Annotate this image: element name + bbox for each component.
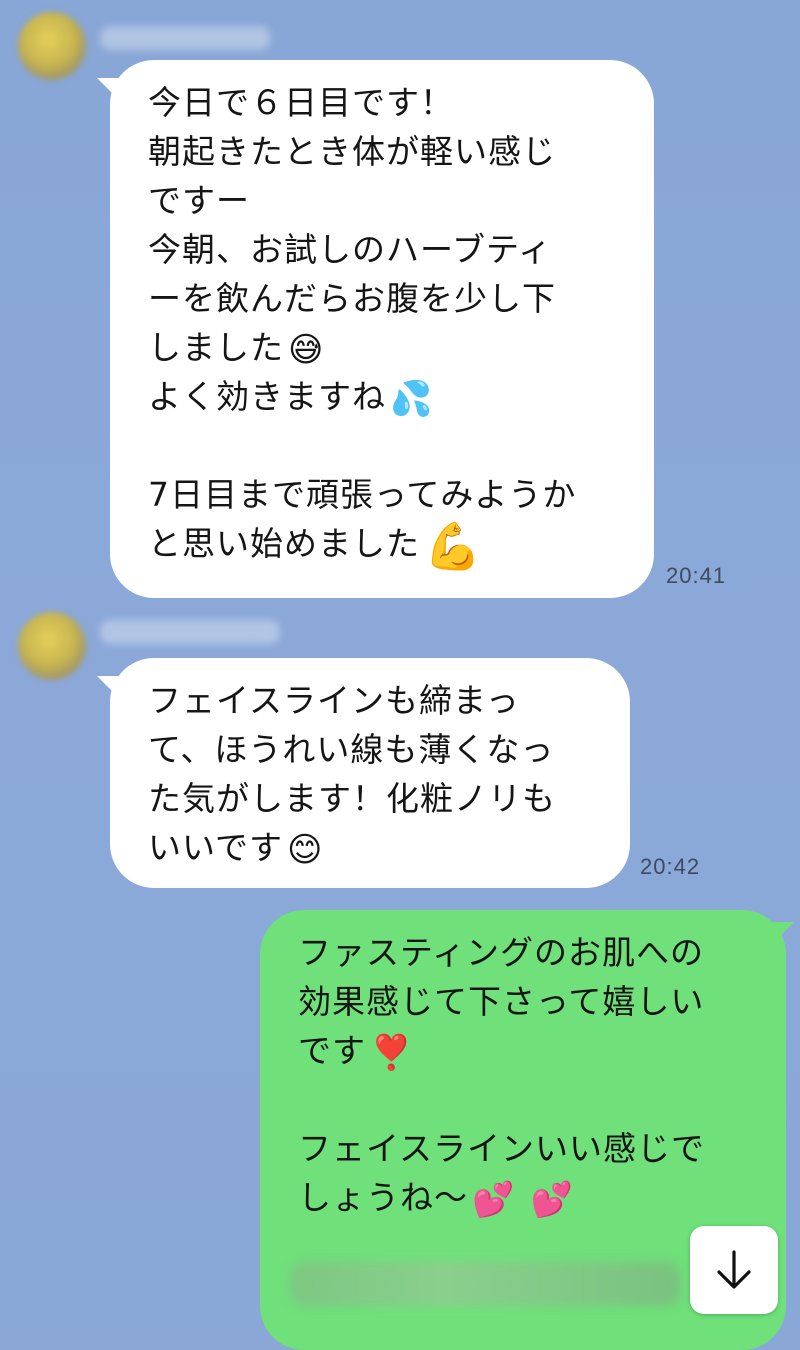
- message-line-text: しました: [148, 328, 284, 367]
- message-line: 朝起きたとき体が軽い感じ: [148, 132, 556, 171]
- message-line: 今日で６日目です！: [148, 83, 454, 122]
- scroll-to-bottom-button[interactable]: [690, 1226, 778, 1314]
- message-line: 今朝、お試しのハーブティ: [148, 230, 553, 269]
- message-line-text: よく効きますね: [148, 377, 386, 416]
- sweat-smile-emoji-icon: 😅: [288, 329, 325, 370]
- message-line: ですー: [148, 181, 250, 220]
- sender-avatar[interactable]: [18, 12, 86, 80]
- chat-area: 今日で６日目です！ 朝起きたとき体が軽い感じ ですー 今朝、お試しのハーブティ …: [0, 0, 800, 1350]
- flexed-biceps-emoji-icon: 💪: [424, 518, 483, 573]
- message-line-with-emoji: です ❣️: [298, 1026, 756, 1075]
- arrow-down-icon: [717, 1250, 751, 1289]
- sender-name: [100, 620, 280, 644]
- message-line-with-emoji: しました 😅: [148, 323, 624, 372]
- message-line: 効果感じて下さって嬉しい: [298, 982, 705, 1021]
- message-line-text: いいです: [148, 828, 284, 867]
- message-line: フェイスラインいい感じで: [298, 1129, 706, 1168]
- message-line-text: です: [298, 1031, 366, 1070]
- redacted-text: [290, 1262, 680, 1306]
- sweat-droplets-emoji-icon: 💦: [390, 378, 434, 419]
- message-line: ファスティングのお肌への: [298, 933, 705, 972]
- two-hearts-emoji-icon: 💕: [472, 1179, 516, 1220]
- two-hearts-emoji-icon: 💕: [530, 1179, 575, 1220]
- sender-avatar[interactable]: [18, 612, 86, 680]
- message-line-text: と思い始めました: [148, 524, 420, 563]
- message-line: ーを飲んだらお腹を少し下: [148, 279, 556, 318]
- sender-name: [100, 26, 270, 50]
- message-line-with-emoji: よく効きますね 💦: [148, 372, 624, 421]
- message-line-with-emoji: と思い始めました💪: [148, 518, 624, 573]
- smiling-face-emoji-icon: 😊: [287, 829, 324, 870]
- message-line: フェイスラインも締まっ: [148, 681, 520, 720]
- message-timestamp: 20:42: [640, 854, 701, 879]
- message-timestamp: 20:41: [666, 563, 727, 588]
- message-line: 7日目まで頑張ってみようか: [148, 475, 577, 514]
- heart-exclamation-emoji-icon: ❣️: [370, 1032, 414, 1073]
- message-line-text: しょうね〜: [298, 1178, 468, 1217]
- message-line: て、ほうれい線も薄くなっ: [148, 730, 555, 769]
- message-bubble-incoming[interactable]: 今日で６日目です！ 朝起きたとき体が軽い感じ ですー 今朝、お試しのハーブティ …: [110, 60, 654, 598]
- message-line-with-emoji: しょうね〜 💕 💕: [298, 1173, 756, 1222]
- message-line: た気がします！化粧ノリも: [148, 779, 556, 818]
- message-bubble-incoming[interactable]: フェイスラインも締まっ て、ほうれい線も薄くなっ た気がします！化粧ノリも いい…: [110, 658, 630, 888]
- message-line-with-emoji: いいです 😊: [148, 823, 600, 872]
